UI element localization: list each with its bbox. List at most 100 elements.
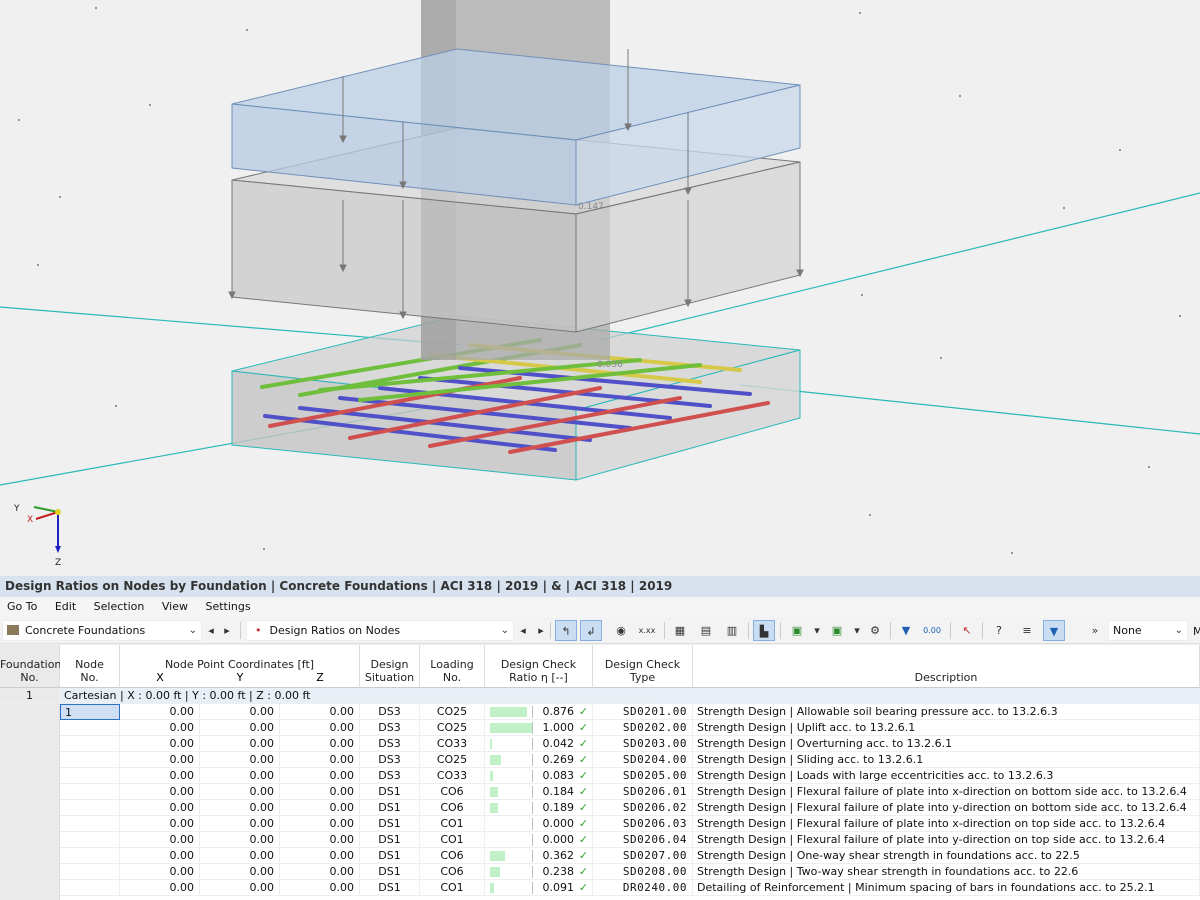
col-design-situation[interactable]: Design Situation (360, 645, 420, 688)
y-cell: 0.00 (200, 864, 280, 880)
ratio-cell: 0.083 ✓ (485, 768, 593, 784)
table-row[interactable]: 0.00 0.00 0.00 DS1 CO6 SD0207.00 Strength Desi… (0, 848, 1200, 864)
ratio-value: 0.083 (542, 769, 575, 782)
table-row[interactable]: 0.00 0.00 0.00 DS1 CO1 SD0206.03 Strength Desi… (0, 816, 1200, 832)
y-cell: 0.00 (200, 784, 280, 800)
x-cell: 0.00 (120, 816, 200, 832)
module-combo[interactable]: Concrete Foundations ⌄ (2, 620, 202, 641)
z-cell: 0.00 (280, 784, 360, 800)
select-in-model-icon[interactable]: ↲ (580, 620, 602, 641)
node-cell (60, 800, 120, 816)
table-row[interactable]: 0.00 0.00 0.00 DS1 CO6 SD0208.00 Strength Desi… (0, 864, 1200, 880)
list-icon[interactable]: ≡ (1016, 620, 1038, 641)
menu-edit[interactable]: Edit (48, 597, 83, 613)
table-row[interactable]: 0.00 0.00 0.00 DS1 CO1 DR0240.00 Detailing of … (0, 880, 1200, 896)
chevron-down-icon[interactable]: ▾ (806, 620, 828, 641)
ratio-bar (490, 835, 491, 845)
more-icon[interactable]: » (1084, 620, 1106, 641)
menu-view[interactable]: View (155, 597, 195, 613)
select-from-model-icon[interactable]: ↰ (555, 620, 577, 641)
z-cell: 0.00 (280, 704, 360, 720)
table-row[interactable]: 0.00 0.00 0.00 DS3 CO33 SD0203.00 Strength Des… (0, 736, 1200, 752)
node-cell (60, 864, 120, 880)
table-import-icon[interactable]: ▥ (721, 620, 743, 641)
table-row[interactable]: 0.00 0.00 0.00 DS3 CO33 SD0205.00 Strength Des… (0, 768, 1200, 784)
z-cell: 0.00 (280, 736, 360, 752)
check-icon: ✓ (578, 849, 588, 862)
col-description[interactable]: Description (693, 645, 1200, 688)
next-module-button[interactable]: ▸ (216, 620, 238, 641)
description-cell: Strength Design | Flexural failure of pl… (693, 832, 1200, 848)
col-ratio[interactable]: Design Check Ratio η [--] (485, 645, 593, 688)
table-row[interactable]: 1 0.00 0.00 0.00 DS3 CO25 SD0201.00 Strength De… (0, 704, 1200, 720)
table-row[interactable]: 0.00 0.00 0.00 DS1 CO6 SD0206.01 Strength Desi… (0, 784, 1200, 800)
ratio-value: 0.184 (542, 785, 575, 798)
menu-bar: Go To Edit Selection View Settings (0, 597, 1200, 617)
table-row[interactable]: 0.00 0.00 0.00 DS3 CO25 SD0204.00 Strength Des… (0, 752, 1200, 768)
design-situation-cell: DS1 (360, 784, 420, 800)
ratio-cell: 0.269 ✓ (485, 752, 593, 768)
ratio-bar (490, 867, 500, 877)
description-cell: Strength Design | Uplift acc. to 13.2.6.… (693, 720, 1200, 736)
filter-combo-cutoff: M (1193, 625, 1200, 638)
decimal-filter-icon[interactable]: 0.00 (921, 620, 943, 641)
table-icon[interactable]: ▦ (669, 620, 691, 641)
ratio-cell: 0.362 ✓ (485, 848, 593, 864)
table-row[interactable]: 0.00 0.00 0.00 DS1 CO6 SD0206.02 Strength Desi… (0, 800, 1200, 816)
check-type-cell: SD0205.00 (593, 768, 693, 784)
settings-icon[interactable]: ⚙ (864, 620, 886, 641)
excel-export-icon[interactable]: ▣ (786, 620, 808, 641)
group-row[interactable]: 1 Cartesian | X : 0.00 ft | Y : 0.00 ft … (0, 688, 1200, 704)
visibility-icon[interactable]: ◉ (610, 620, 632, 641)
foundation-icon (7, 625, 19, 635)
menu-settings[interactable]: Settings (198, 597, 257, 613)
excel-options-icon[interactable]: ▣ (826, 620, 848, 641)
ratio-bar (490, 707, 527, 717)
table-export-icon[interactable]: ▤ (695, 620, 717, 641)
loading-cell: CO25 (420, 704, 485, 720)
col-check-type[interactable]: Design Check Type (593, 645, 693, 688)
check-type-cell: SD0206.01 (593, 784, 693, 800)
loading-cell: CO6 (420, 784, 485, 800)
y-cell: 0.00 (200, 768, 280, 784)
filter-icon[interactable]: ▼ (895, 620, 917, 641)
active-filter-icon[interactable]: ▼ (1043, 620, 1065, 641)
check-type-cell: SD0204.00 (593, 752, 693, 768)
design-situation-cell: DS3 (360, 752, 420, 768)
col-loading-no[interactable]: Loading No. (420, 645, 485, 688)
table-row[interactable]: 0.00 0.00 0.00 DS1 CO1 SD0206.04 Strength Desi… (0, 832, 1200, 848)
z-cell: 0.00 (280, 880, 360, 896)
menu-selection[interactable]: Selection (87, 597, 152, 613)
help-icon[interactable]: ? (988, 620, 1010, 641)
menu-go-to[interactable]: Go To (0, 597, 44, 613)
z-cell: 0.00 (280, 800, 360, 816)
z-cell: 0.00 (280, 832, 360, 848)
next-result-button[interactable]: ▸ (530, 620, 552, 641)
check-type-cell: SD0208.00 (593, 864, 693, 880)
panel-title: Design Ratios on Nodes by Foundation | C… (0, 576, 1200, 597)
ratio-value: 0.269 (542, 753, 575, 766)
result-type-combo[interactable]: • Design Ratios on Nodes ⌄ (246, 620, 514, 641)
col-foundation-no[interactable]: Foundation No. (0, 645, 61, 688)
table-row[interactable]: 0.00 0.00 0.00 DS3 CO25 SD0202.00 Strength Des… (0, 720, 1200, 736)
loading-cell: CO25 (420, 720, 485, 736)
description-cell: Strength Design | Two-way shear strength… (693, 864, 1200, 880)
node-cell (60, 768, 120, 784)
svg-text:Z: Z (55, 558, 61, 568)
check-icon: ✓ (578, 785, 588, 798)
ratio-bar (490, 755, 501, 765)
chevron-down-icon: ⌄ (188, 625, 197, 636)
cursor-icon[interactable]: ↖ (956, 620, 978, 641)
model-viewport[interactable]: 0.147 0.036 Y X Z (0, 0, 1200, 576)
z-cell: 0.00 (280, 816, 360, 832)
filter-combo[interactable]: None ⌄ (1108, 620, 1188, 641)
decimal-icon[interactable]: x.xx (636, 620, 658, 641)
chart-icon[interactable]: ▙ (753, 620, 775, 641)
svg-text:X: X (27, 515, 33, 525)
col-x: X (156, 671, 164, 684)
check-icon: ✓ (578, 753, 588, 766)
check-icon: ✓ (578, 721, 588, 734)
z-cell: 0.00 (280, 864, 360, 880)
col-node-no[interactable]: Node No. (60, 645, 120, 688)
node-cell (60, 816, 120, 832)
